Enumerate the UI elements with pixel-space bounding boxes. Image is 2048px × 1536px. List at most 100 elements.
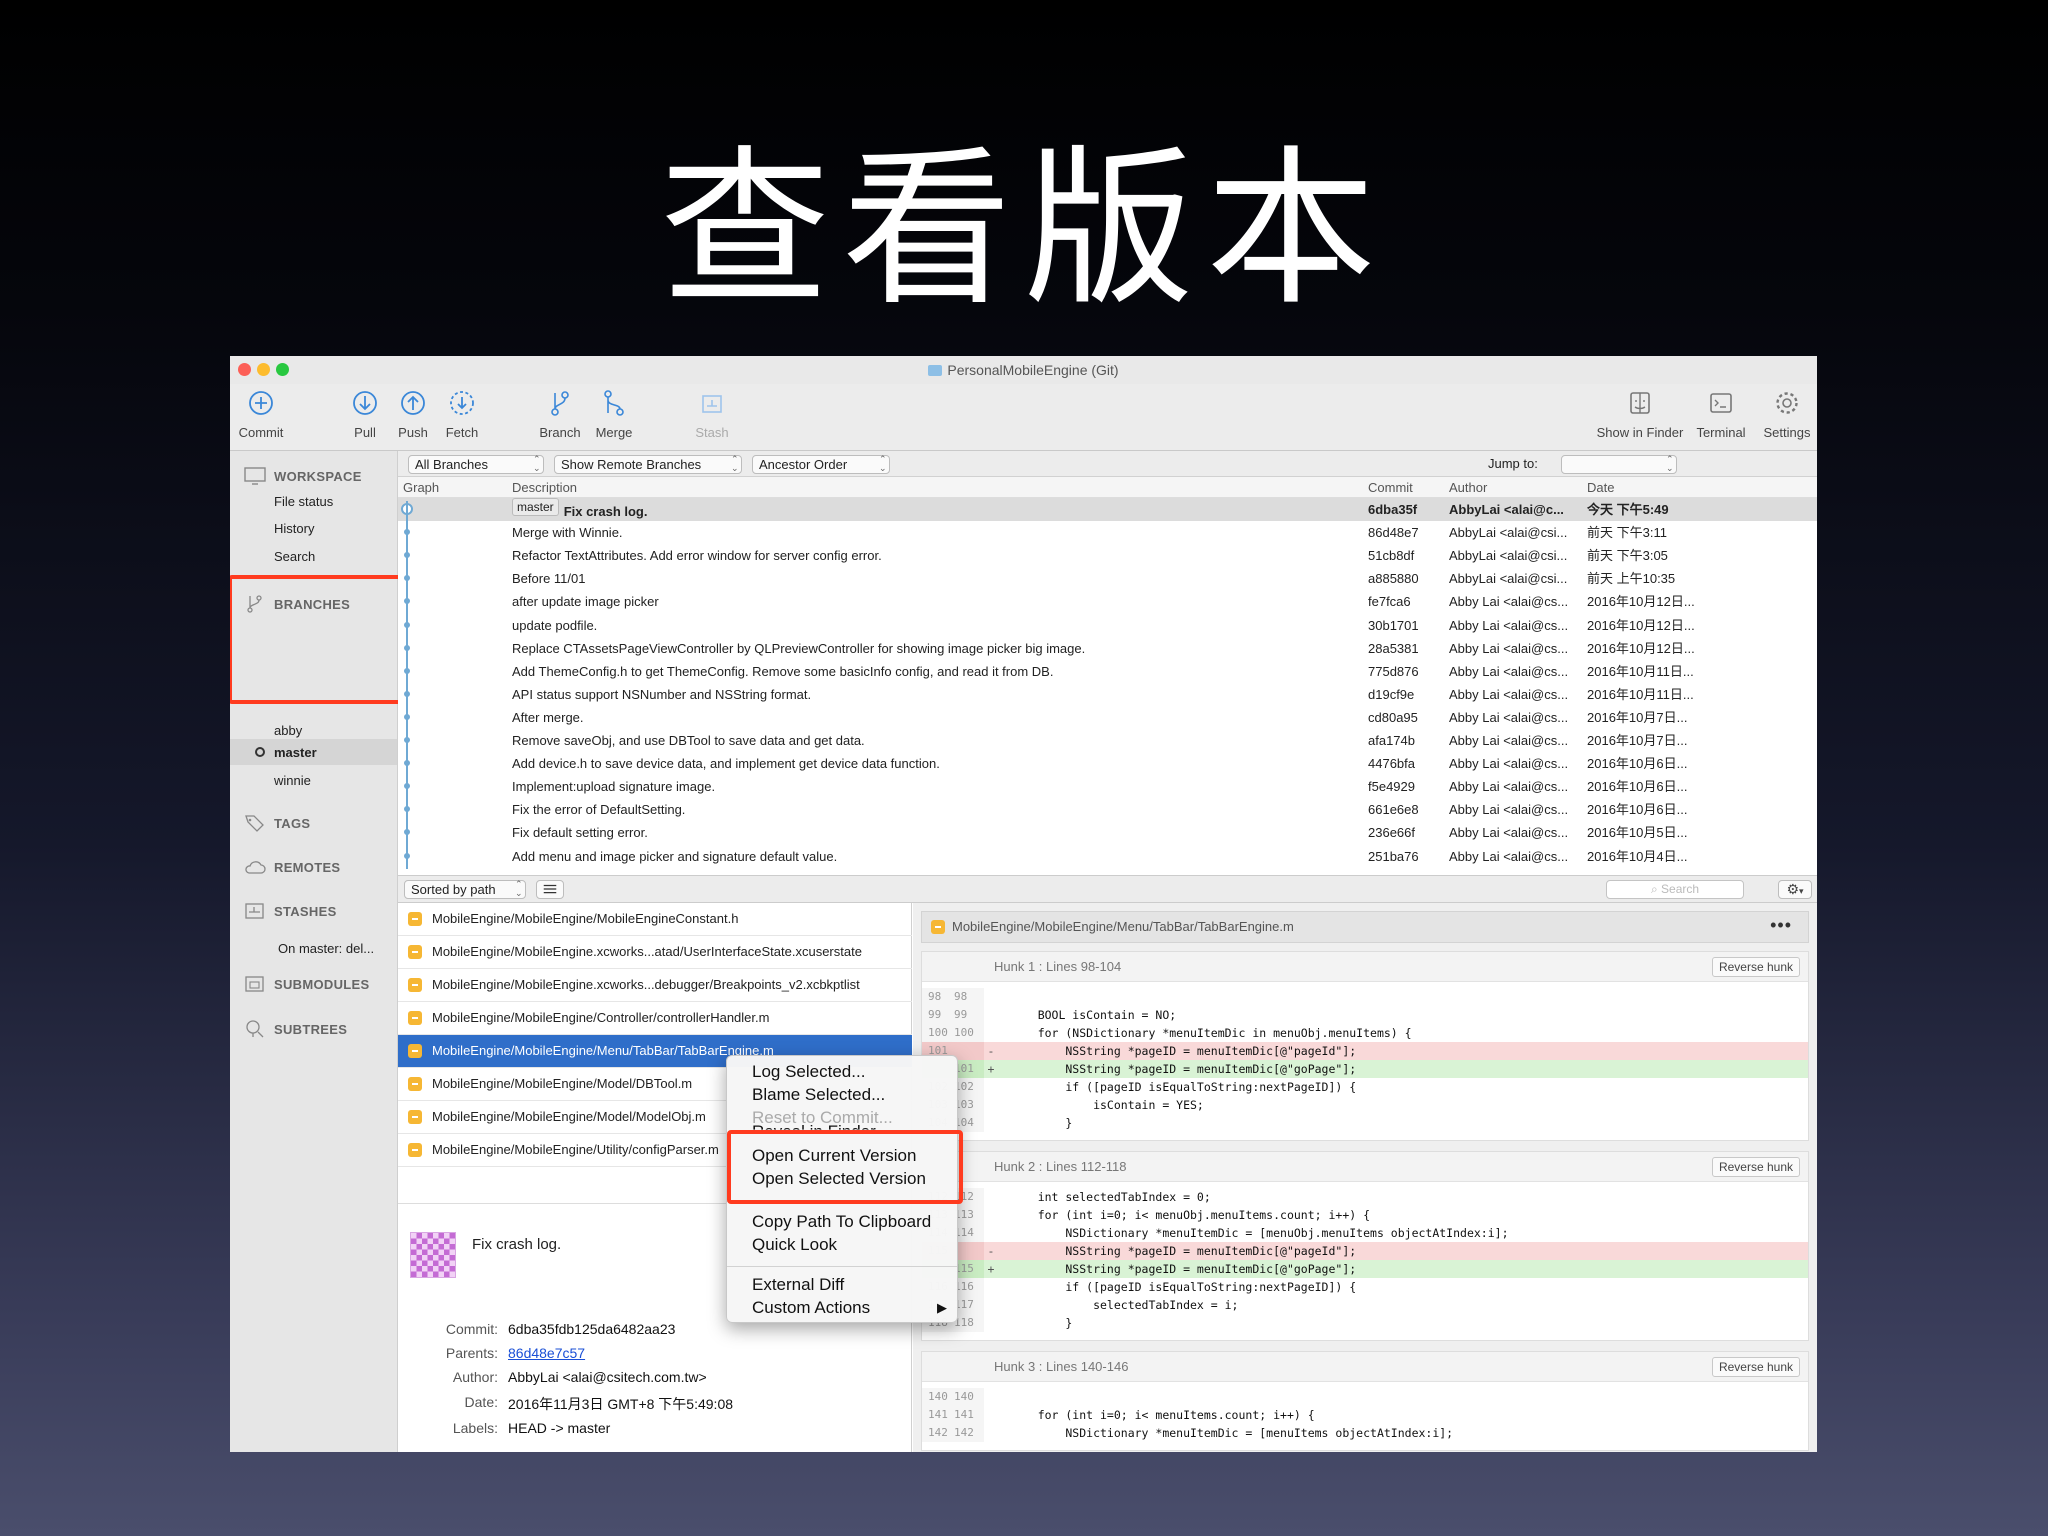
description-column-header[interactable]: Description [512, 480, 577, 495]
fetch-button[interactable]: Fetch [440, 388, 484, 440]
show-in-finder-button[interactable]: Show in Finder [1592, 388, 1688, 440]
commit-author-cell: Abby Lai <alai@cs... [1449, 825, 1569, 841]
commit-row[interactable]: After merge. cd80a95 Abby Lai <alai@cs... 2… [398, 706, 1817, 729]
sidebar-item-file-status[interactable]: File status [274, 494, 333, 509]
commit-row[interactable]: Before 11/01 a885880 AbbyLai <alai@csi... 前… [398, 567, 1817, 590]
file-row[interactable]: MobileEngine/MobileEngine/MobileEngineCo… [398, 903, 912, 936]
sidebar-tags-header[interactable]: TAGS [244, 814, 310, 832]
commit-hash-cell: afa174b [1368, 733, 1415, 748]
terminal-button[interactable]: Terminal [1693, 388, 1749, 440]
commit-row[interactable]: Add device.h to save device data, and im… [398, 752, 1817, 775]
commit-button[interactable]: Commit [236, 388, 286, 440]
sidebar-item-branch-winnie[interactable]: winnie [274, 773, 311, 788]
menu-log-selected[interactable]: Log Selected... [752, 1062, 865, 1082]
more-options-icon[interactable]: ••• [1770, 910, 1792, 940]
menu-blame-selected[interactable]: Blame Selected... [752, 1085, 885, 1105]
list-view-button[interactable] [536, 880, 564, 899]
context-line: 140 140 [922, 1388, 1808, 1406]
jump-to-select[interactable] [1561, 455, 1677, 474]
sidebar-workspace-header[interactable]: WORKSPACE [244, 467, 362, 485]
graph-column-header[interactable]: Graph [403, 480, 439, 495]
commit-row[interactable]: Refactor TextAttributes. Add error windo… [398, 544, 1817, 567]
order-select[interactable]: Ancestor Order [752, 455, 890, 474]
file-row[interactable]: MobileEngine/MobileEngine.xcworks...atad… [398, 936, 912, 969]
code-text: selectedTabIndex = i; [1010, 1298, 1239, 1312]
menu-quick-look[interactable]: Quick Look [752, 1235, 837, 1255]
sidebar-item-search[interactable]: Search [274, 549, 315, 564]
line-numbers: 100 100 [922, 1024, 984, 1042]
sidebar-item-branch-master[interactable]: master [274, 745, 317, 760]
commit-author-cell: Abby Lai <alai@cs... [1449, 640, 1569, 656]
push-button[interactable]: Push [396, 388, 430, 440]
context-line: 103103 isContain = YES; [922, 1096, 1808, 1114]
commit-hash-cell: 6dba35f [1368, 502, 1418, 517]
merge-button[interactable]: Merge [591, 388, 637, 440]
sidebar-subtrees-header[interactable]: SUBTREES [244, 1020, 347, 1038]
line-numbers: 140 140 [922, 1388, 984, 1406]
commit-row[interactable]: Replace CTAssetsPageViewController by QL… [398, 637, 1817, 660]
zoom-window-button[interactable] [276, 363, 289, 376]
commit-description: Fix the error of DefaultSetting. [512, 798, 1352, 821]
parent-link[interactable]: 86d48e7c57 [508, 1345, 585, 1361]
commit-hash-cell: d19cf9e [1368, 686, 1415, 702]
commit-row[interactable]: Add menu and image picker and signature … [398, 845, 1817, 868]
branch-filter-select[interactable]: All Branches [408, 455, 544, 474]
stash-icon [702, 395, 722, 413]
commit-row[interactable]: Remove saveObj, and use DBTool to save d… [398, 729, 1817, 752]
commit-description: Refactor TextAttributes. Add error windo… [512, 544, 1352, 567]
commit-description-text: Add device.h to save device data, and im… [512, 756, 940, 772]
sidebar-submodules-header[interactable]: SUBMODULES [244, 975, 369, 993]
commit-row[interactable]: after update image picker fe7fca6 Abby Lai… [398, 590, 1817, 613]
reverse-hunk-button[interactable]: Reverse hunk [1711, 1357, 1800, 1377]
commit-author-cell: AbbyLai <alai@csi... [1449, 571, 1568, 587]
reverse-hunk-button[interactable]: Reverse hunk [1711, 1157, 1800, 1177]
author-column-header[interactable]: Author [1449, 480, 1487, 495]
commit-row[interactable]: Fix default setting error. 236e66f Abby La… [398, 821, 1817, 844]
pull-button[interactable]: Pull [348, 388, 382, 440]
file-row[interactable]: MobileEngine/MobileEngine.xcworks...debu… [398, 969, 912, 1002]
commit-row[interactable]: API status support NSNumber and NSString… [398, 683, 1817, 706]
sidebar-item-stash[interactable]: On master: del... [278, 941, 374, 956]
added-line: 101 + NSString *pageID = menuItemDic[@"go… [922, 1060, 1808, 1078]
branch-button[interactable]: Branch [536, 388, 584, 440]
commit-hash-label: Commit: [445, 1321, 498, 1337]
sidebar-remotes-header[interactable]: REMOTES [244, 858, 340, 876]
stash-button[interactable]: Stash [692, 388, 732, 440]
menu-external-diff[interactable]: External Diff [752, 1275, 844, 1295]
search-input[interactable]: ⌕ Search [1606, 880, 1744, 899]
commit-hash-cell: 51cb8df [1368, 548, 1415, 564]
commit-row[interactable]: Merge with Winnie. 86d48e7 AbbyLai <alai@c… [398, 521, 1817, 544]
old-line-number: 98 [928, 990, 942, 1003]
old-line-number: 99 [928, 1008, 942, 1021]
date-column-header[interactable]: Date [1587, 480, 1614, 495]
sidebar-subtrees-label: SUBTREES [274, 1022, 348, 1037]
commit-row[interactable]: Implement:upload signature image. f5e4929… [398, 775, 1817, 798]
commit-description: Remove saveObj, and use DBTool to save d… [512, 729, 1352, 752]
commit-description: Replace CTAssetsPageViewController by QL… [512, 637, 1352, 660]
commit-row[interactable]: master Fix crash log. 6dba35f AbbyLai <alai… [398, 498, 1817, 521]
reverse-hunk-button[interactable]: Reverse hunk [1711, 957, 1800, 977]
sidebar-stashes-header[interactable]: STASHES [244, 902, 337, 920]
sort-select[interactable]: Sorted by path [404, 880, 526, 899]
file-path: MobileEngine/MobileEngine.xcworks...atad… [432, 944, 862, 959]
commit-row[interactable]: Add ThemeConfig.h to get ThemeConfig. Re… [398, 660, 1817, 683]
commit-hash-cell: 251ba76 [1368, 848, 1419, 864]
diff-sign: - [987, 1044, 995, 1058]
menu-copy-path[interactable]: Copy Path To Clipboard [752, 1212, 931, 1232]
menu-custom-actions[interactable]: Custom Actions ▶ [752, 1298, 947, 1318]
commit-row[interactable]: Fix the error of DefaultSetting. 661e6e8 A… [398, 798, 1817, 821]
commit-column-header[interactable]: Commit [1368, 480, 1413, 495]
settings-button[interactable]: Settings [1760, 388, 1814, 440]
line-numbers: 142 142 [922, 1424, 984, 1442]
close-window-button[interactable] [238, 363, 251, 376]
remote-filter-select[interactable]: Show Remote Branches [554, 455, 742, 474]
commit-row[interactable]: update podfile. 30b1701 Abby Lai <alai@cs.… [398, 614, 1817, 637]
commit-description: Before 11/01 [512, 567, 1352, 590]
new-line-number: 142 [954, 1426, 974, 1439]
sidebar-item-branch-abby[interactable]: abby [274, 723, 302, 738]
minimize-window-button[interactable] [257, 363, 270, 376]
options-gear-button[interactable]: ⚙▾ [1778, 880, 1812, 899]
file-row[interactable]: MobileEngine/MobileEngine/Controller/con… [398, 1002, 912, 1035]
sidebar-item-history[interactable]: History [274, 521, 314, 536]
context-line: 116116 if ([pageID isEqualToString:nextP… [922, 1278, 1808, 1296]
